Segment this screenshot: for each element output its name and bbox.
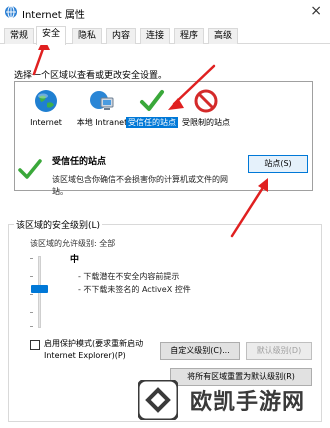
- zone-label: 受信任的站点: [126, 117, 178, 128]
- allowed-level-label: 该区域的允许级别: 全部: [30, 239, 116, 248]
- tab-security[interactable]: 安全: [36, 26, 66, 45]
- tab-strip: 常规 安全 隐私 内容 连接 程序 高级: [0, 26, 330, 45]
- default-level-button[interactable]: 默认级别(D): [246, 342, 312, 360]
- protected-mode-checkbox[interactable]: [30, 340, 40, 350]
- custom-level-button[interactable]: 自定义级别(C)...: [160, 342, 240, 360]
- slider-tick: [30, 326, 33, 327]
- globe-icon: [35, 90, 57, 112]
- slider-tick: [30, 258, 33, 259]
- internet-options-icon: [5, 5, 17, 19]
- tab-connections[interactable]: 连接: [140, 28, 170, 44]
- sites-button[interactable]: 站点(S): [248, 155, 308, 173]
- security-panel: 选择一个区域以查看或更改安全设置。 Internet 本地 Intranet 受…: [0, 44, 330, 428]
- tab-general[interactable]: 常规: [4, 28, 34, 44]
- protected-mode-label: 启用保护模式(要求重新启动 Internet Explorer)(P): [44, 339, 144, 360]
- title-bar: Internet 属性 ×: [0, 0, 330, 24]
- watermark-logo-icon: [138, 380, 178, 420]
- slider-tick: [30, 276, 33, 277]
- close-icon[interactable]: ×: [310, 3, 322, 19]
- zone-trusted-sites[interactable]: 受信任的站点: [125, 88, 179, 128]
- level-desc-line: - 下载潜在不安全内容前提示: [78, 272, 180, 281]
- window-title: Internet 属性: [22, 10, 85, 21]
- selected-zone-description: 该区域包含你确信不会损害你的计算机或文件的网站。: [52, 175, 228, 196]
- level-desc-line: - 不下载未签名的 ActiveX 控件: [78, 285, 191, 294]
- security-level-legend: 该区域的安全级别(L): [14, 218, 103, 231]
- intranet-icon: [90, 91, 114, 110]
- watermark-text: 欧凯手游网: [190, 390, 306, 415]
- selected-zone-title: 受信任的站点: [52, 157, 107, 167]
- security-level-slider-thumb[interactable]: [31, 285, 48, 293]
- zone-internet[interactable]: Internet: [19, 88, 73, 128]
- slider-tick: [30, 294, 33, 295]
- checkmark-icon: [140, 90, 164, 111]
- tab-privacy[interactable]: 隐私: [72, 28, 102, 44]
- zone-local-intranet[interactable]: 本地 Intranet: [75, 88, 129, 128]
- checkmark-icon: [18, 159, 42, 179]
- slider-tick: [30, 312, 33, 313]
- zone-label: Internet: [30, 118, 62, 127]
- restricted-icon: [194, 89, 218, 113]
- security-level-description: - 下载潜在不安全内容前提示 - 不下载未签名的 ActiveX 控件: [78, 270, 191, 296]
- tab-programs[interactable]: 程序: [174, 28, 204, 44]
- zone-label: 本地 Intranet: [76, 118, 128, 127]
- zone-prompt: 选择一个区域以查看或更改安全设置。: [14, 71, 168, 81]
- zone-label: 受限制的站点: [182, 118, 230, 127]
- tab-advanced[interactable]: 高级: [208, 28, 238, 44]
- zone-restricted-sites[interactable]: 受限制的站点: [179, 88, 233, 128]
- tab-content[interactable]: 内容: [106, 28, 136, 44]
- security-level-name: 中: [70, 255, 80, 265]
